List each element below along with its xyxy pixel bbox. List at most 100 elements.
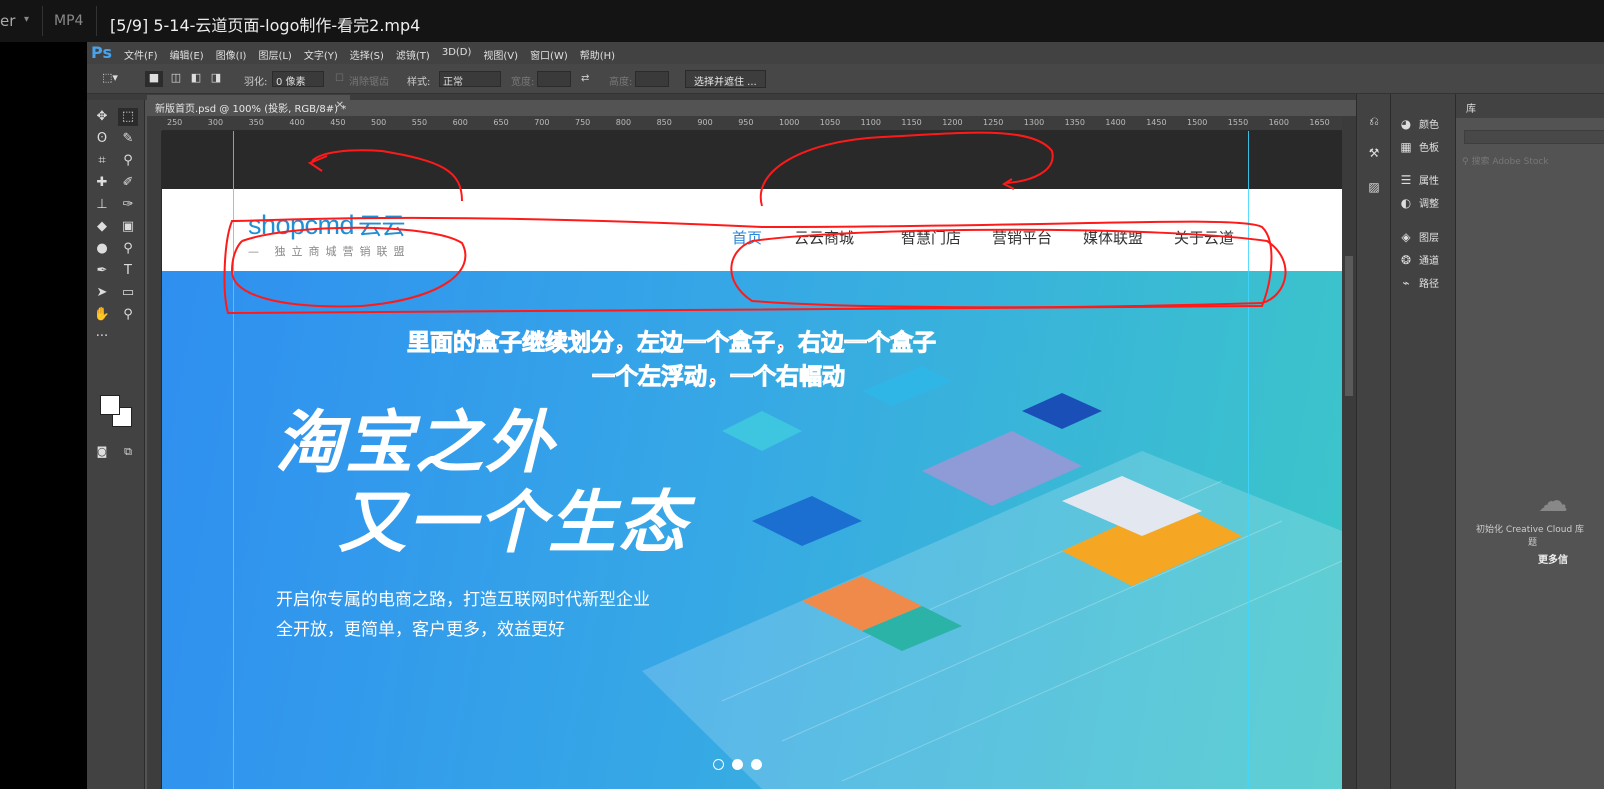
quick-mask-icon[interactable]: ◙ xyxy=(92,443,112,461)
new-selection-icon[interactable]: ■ xyxy=(145,71,163,87)
style-label: 样式: xyxy=(407,77,431,88)
library-select[interactable] xyxy=(1464,130,1604,144)
antialias-checkbox-icon[interactable]: ☐ xyxy=(335,73,344,84)
zoom-tool-icon[interactable]: ⚲ xyxy=(118,306,138,324)
menu-help[interactable]: 帮助(H) xyxy=(580,47,615,62)
close-icon[interactable]: ✕ xyxy=(336,100,344,111)
rectangle-tool-icon[interactable]: ▭ xyxy=(118,284,138,302)
photoshop-logo: Ps xyxy=(91,43,112,62)
dodge-tool-icon[interactable]: ⚲ xyxy=(118,240,138,258)
lasso-tool-icon[interactable]: ʘ xyxy=(92,130,112,148)
foreground-color-swatch[interactable] xyxy=(100,395,120,415)
blur-tool-icon[interactable]: ● xyxy=(92,240,112,258)
ruler-tick-label: 1550 xyxy=(1227,118,1249,127)
ruler-tick-label: 1100 xyxy=(860,118,881,127)
menu-file[interactable]: 文件(F) xyxy=(124,47,158,62)
type-tool-icon[interactable]: T xyxy=(118,262,138,280)
menu-items: 文件(F) 编辑(E) 图像(I) 图层(L) 文字(Y) 选择(S) 滤镜(T… xyxy=(124,47,615,62)
move-tool-icon[interactable]: ✥ xyxy=(92,108,112,126)
panel-paths[interactable]: ⌁ 路径 xyxy=(1399,275,1439,291)
photoshop-window: Ps 文件(F) 编辑(E) 图像(I) 图层(L) 文字(Y) 选择(S) 滤… xyxy=(87,42,1604,789)
path-select-tool-icon[interactable]: ➤ xyxy=(92,284,112,302)
document-tab-title: 新版首页.psd @ 100% (投影, RGB/8#) * xyxy=(155,104,347,115)
pen-tool-icon[interactable]: ✒ xyxy=(92,262,112,280)
history-brush-tool-icon[interactable]: ✑ xyxy=(118,196,138,214)
canvas-scrollbar[interactable] xyxy=(1342,116,1356,789)
document-tab[interactable]: 新版首页.psd @ 100% (投影, RGB/8#) * ✕ xyxy=(147,95,350,116)
ruler-tick-label: 1350 xyxy=(1064,118,1085,127)
marquee-tool-icon[interactable]: ⬚ xyxy=(118,108,138,126)
menu-filter[interactable]: 滤镜(T) xyxy=(396,47,430,62)
scrollbar-thumb[interactable] xyxy=(1345,256,1353,396)
ruler-corner xyxy=(147,116,162,131)
history-panel-icon[interactable]: ⎌ xyxy=(1366,114,1382,130)
annotation-text-line1: 里面的盒子继续划分，左边一个盒子，右边一个盒子 xyxy=(407,330,937,357)
crop-tool-icon[interactable]: ⌗ xyxy=(92,152,112,170)
feather-input[interactable]: 0 像素 xyxy=(272,71,324,88)
panel-color[interactable]: ◕ 颜色 xyxy=(1399,116,1439,132)
add-selection-icon[interactable]: ◫ xyxy=(167,71,185,87)
menu-view[interactable]: 视图(V) xyxy=(483,47,518,62)
panel-adjustments[interactable]: ◐ 调整 xyxy=(1399,195,1439,211)
divider xyxy=(96,6,97,36)
ruler-tick-label: 1150 xyxy=(901,118,922,127)
divider xyxy=(42,6,43,36)
height-label: 高度: xyxy=(609,77,633,88)
more-tools-icon[interactable]: ··· xyxy=(92,328,112,346)
panel-dock: ◕ 颜色 ▦ 色板 ☰ 属性 ◐ 调整 ◈ 图层 ❂ 通道 ⌁ 路径 xyxy=(1390,94,1455,789)
menu-type[interactable]: 文字(Y) xyxy=(304,47,338,62)
panel-swatches[interactable]: ▦ 色板 xyxy=(1399,139,1439,155)
stock-search[interactable]: ⚲ 搜索 Adobe Stock xyxy=(1462,154,1549,167)
library-panel-header: 库 xyxy=(1456,94,1604,118)
panel-properties[interactable]: ☰ 属性 xyxy=(1399,172,1439,188)
select-and-mask-button[interactable]: 选择并遮住 ... xyxy=(685,70,766,88)
ruler-tick-label: 1500 xyxy=(1187,118,1208,127)
menu-layer[interactable]: 图层(L) xyxy=(258,47,291,62)
ruler-tick-label: 450 xyxy=(330,118,346,127)
player-app-name: er xyxy=(0,12,16,30)
screen-mode-icon[interactable]: ⧉ xyxy=(118,443,138,461)
ruler-tick-label: 950 xyxy=(738,118,754,127)
antialias-label: 消除锯齿 xyxy=(349,77,389,88)
healing-tool-icon[interactable]: ✚ xyxy=(92,174,112,192)
library-tab[interactable]: 库 xyxy=(1466,100,1476,115)
marquee-preset-icon[interactable]: ⬚▾ xyxy=(101,71,119,87)
chevron-down-icon[interactable]: ▾ xyxy=(24,14,29,25)
intersect-selection-icon[interactable]: ◨ xyxy=(207,71,225,87)
width-input[interactable] xyxy=(537,71,571,87)
ruler-tick-label: 600 xyxy=(452,118,468,127)
tools-panel: ✥ ⬚ ʘ ✎ ⌗ ⚲ ✚ ✐ ⊥ ✑ ◆ ▣ ● ⚲ ✒ T ➤ ▭ ✋ ⚲ … xyxy=(87,100,145,789)
menu-select[interactable]: 选择(S) xyxy=(350,47,384,62)
navigator-icon[interactable]: ▨ xyxy=(1366,180,1382,196)
ruler-tick-label: 400 xyxy=(289,118,305,127)
gradient-tool-icon[interactable]: ▣ xyxy=(118,218,138,236)
panel-layers[interactable]: ◈ 图层 xyxy=(1399,229,1439,245)
brush-tool-icon[interactable]: ✐ xyxy=(118,174,138,192)
more-info-link[interactable]: 更多信 xyxy=(1538,551,1568,566)
ruler-tick-label: 1600 xyxy=(1268,118,1289,127)
eyedropper-tool-icon[interactable]: ⚲ xyxy=(118,152,138,170)
menu-window[interactable]: 窗口(W) xyxy=(530,47,568,62)
tool-presets-icon[interactable]: ⚒ xyxy=(1366,146,1382,162)
eraser-tool-icon[interactable]: ◆ xyxy=(92,218,112,236)
hand-tool-icon[interactable]: ✋ xyxy=(92,306,112,324)
adjust-icon: ◐ xyxy=(1400,195,1412,210)
quick-select-tool-icon[interactable]: ✎ xyxy=(118,130,138,148)
document-canvas[interactable]: shopcmd 云云 — 独立商城营销联盟 首页 云云商城 智慧门店 营销平台 媒… xyxy=(162,131,1342,789)
ruler-tick-label: 500 xyxy=(371,118,387,127)
stamp-tool-icon[interactable]: ⊥ xyxy=(92,196,112,214)
height-input[interactable] xyxy=(635,71,669,87)
annotation-strokes xyxy=(223,131,1287,315)
swap-icon[interactable]: ⇄ xyxy=(581,73,589,84)
menu-image[interactable]: 图像(I) xyxy=(216,47,247,62)
ruler-horizontal: 250 300 350 400 450 500 550 600 650 700 750 800 850 9… xyxy=(162,116,1342,131)
panel-channels[interactable]: ❂ 通道 xyxy=(1399,252,1439,268)
ruler-tick-label: 350 xyxy=(248,118,264,127)
menu-edit[interactable]: 编辑(E) xyxy=(170,47,204,62)
creative-cloud-icon: ☁ xyxy=(1538,484,1568,519)
ruler-tick-label: 650 xyxy=(493,118,509,127)
subtract-selection-icon[interactable]: ◧ xyxy=(187,71,205,87)
ruler-tick-label: 1400 xyxy=(1105,118,1126,127)
menu-3d[interactable]: 3D(D) xyxy=(442,47,472,62)
style-select[interactable]: 正常 xyxy=(439,71,501,88)
